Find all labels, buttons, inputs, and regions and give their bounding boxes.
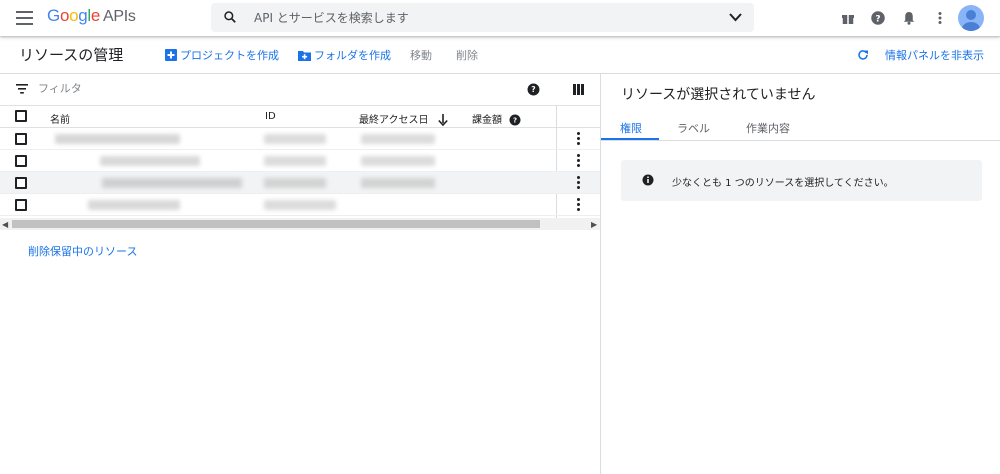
more-vert-icon[interactable] bbox=[931, 9, 949, 27]
create-project-button[interactable]: プロジェクトを作成 bbox=[165, 47, 279, 63]
row-checkbox[interactable] bbox=[15, 177, 27, 189]
info-panel: リソースが選択されていません 権限 ラベル 作業内容 少なくとも 1 つのリソー… bbox=[600, 74, 1000, 474]
resource-list-pane: ? 名前 ID 最終アクセス日 課金額 ? bbox=[0, 74, 600, 474]
top-app-bar: GoogleAPIs ? bbox=[0, 0, 1000, 36]
chevron-down-icon[interactable] bbox=[729, 12, 742, 22]
row-checkbox[interactable] bbox=[15, 133, 27, 145]
table-header: 名前 ID 最終アクセス日 課金額 ? bbox=[0, 105, 600, 128]
help-icon[interactable]: ? bbox=[527, 83, 540, 96]
redacted-date bbox=[361, 156, 435, 166]
row-more-icon[interactable] bbox=[575, 198, 581, 212]
main-menu-icon[interactable] bbox=[16, 11, 33, 25]
horizontal-scrollbar[interactable]: ◀ ▶ bbox=[0, 218, 600, 230]
tab-permissions[interactable]: 権限 bbox=[620, 120, 642, 136]
column-header-last-access[interactable]: 最終アクセス日 bbox=[359, 111, 448, 127]
gift-icon[interactable] bbox=[839, 9, 857, 27]
redacted-id bbox=[264, 200, 336, 210]
page-title: リソースの管理 bbox=[19, 46, 124, 64]
table-row[interactable] bbox=[0, 172, 600, 194]
row-more-icon[interactable] bbox=[575, 154, 581, 168]
redacted-name bbox=[100, 156, 200, 166]
svg-text:?: ? bbox=[513, 117, 517, 125]
row-more-icon[interactable] bbox=[575, 176, 581, 190]
redacted-date bbox=[361, 134, 435, 144]
redacted-name bbox=[88, 200, 180, 210]
select-all-checkbox[interactable] bbox=[15, 110, 27, 122]
search-icon bbox=[224, 11, 236, 23]
help-icon[interactable]: ? bbox=[869, 9, 887, 27]
notice-text: 少なくとも 1 つのリソースを選択してください。 bbox=[672, 178, 894, 189]
arrow-downward-icon bbox=[437, 114, 448, 127]
table-row[interactable] bbox=[0, 150, 600, 172]
table-row[interactable] bbox=[0, 128, 600, 150]
redacted-name bbox=[102, 178, 242, 188]
column-display-icon[interactable] bbox=[573, 84, 584, 95]
notifications-icon[interactable] bbox=[900, 9, 918, 27]
active-tab-indicator bbox=[601, 138, 659, 140]
google-apis-logo[interactable]: Google APIs bbox=[47, 6, 136, 26]
row-checkbox[interactable] bbox=[15, 155, 27, 167]
svg-text:?: ? bbox=[875, 14, 880, 24]
search-bar[interactable] bbox=[211, 3, 754, 32]
move-button[interactable]: 移動 bbox=[410, 47, 432, 63]
row-more-icon[interactable] bbox=[575, 132, 581, 146]
tab-labels[interactable]: ラベル bbox=[677, 120, 710, 136]
add-box-icon bbox=[165, 49, 177, 61]
user-icon bbox=[962, 10, 980, 31]
svg-text:?: ? bbox=[531, 85, 535, 94]
row-checkbox[interactable] bbox=[15, 199, 27, 211]
table-row[interactable] bbox=[0, 194, 600, 216]
add-folder-icon bbox=[298, 51, 311, 61]
redacted-id bbox=[264, 134, 326, 144]
filter-input[interactable] bbox=[38, 82, 338, 95]
toggle-info-panel-button[interactable]: 情報パネルを非表示 bbox=[857, 47, 984, 63]
filter-bar: ? bbox=[0, 74, 600, 105]
filter-list-icon[interactable] bbox=[16, 84, 28, 94]
create-folder-button[interactable]: フォルダを作成 bbox=[298, 47, 391, 63]
redacted-id bbox=[264, 178, 326, 188]
info-panel-title: リソースが選択されていません bbox=[621, 87, 816, 103]
redacted-date bbox=[361, 178, 435, 188]
account-avatar[interactable] bbox=[958, 5, 984, 31]
delete-button[interactable]: 削除 bbox=[456, 47, 478, 63]
redacted-name bbox=[55, 134, 180, 144]
no-selection-notice: 少なくとも 1 つのリソースを選択してください。 bbox=[621, 160, 982, 201]
redacted-id bbox=[264, 156, 326, 166]
action-bar: リソースの管理 プロジェクトを作成 フォルダを作成 移動 削除 情報パネルを非表… bbox=[0, 36, 1000, 74]
info-panel-tabs: 権限 ラベル 作業内容 bbox=[601, 114, 1000, 141]
column-header-id[interactable]: ID bbox=[265, 111, 276, 122]
info-icon bbox=[642, 174, 654, 186]
scrollbar-thumb[interactable] bbox=[12, 220, 540, 228]
pending-deletion-link[interactable]: 削除保留中のリソース bbox=[28, 243, 137, 259]
tab-activity[interactable]: 作業内容 bbox=[746, 120, 790, 136]
column-header-name[interactable]: 名前 bbox=[50, 111, 70, 126]
scroll-right-icon[interactable]: ▶ bbox=[591, 220, 597, 229]
help-icon: ? bbox=[509, 114, 521, 126]
column-header-charges[interactable]: 課金額 ? bbox=[472, 111, 521, 126]
refresh-icon bbox=[858, 50, 868, 60]
scroll-left-icon[interactable]: ◀ bbox=[2, 220, 8, 229]
search-input[interactable] bbox=[254, 7, 704, 28]
